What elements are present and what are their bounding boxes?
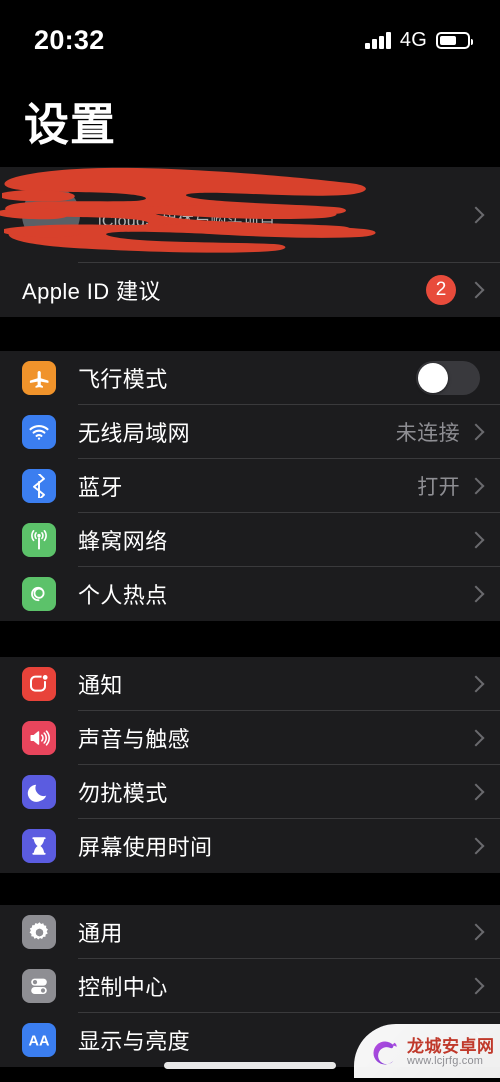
watermark-text: 龙城安卓网 www.lcjrfg.com bbox=[407, 1038, 495, 1067]
settings-row-general[interactable]: 通用 bbox=[0, 905, 500, 959]
notifications-icon bbox=[22, 667, 56, 701]
settings-row-sounds-haptics[interactable]: 声音与触感 bbox=[0, 711, 500, 765]
chevron-right-icon bbox=[467, 675, 485, 693]
display-brightness-icon: AA bbox=[22, 1023, 56, 1057]
sounds-icon bbox=[22, 721, 56, 755]
settings-row-label: 勿扰模式 bbox=[78, 781, 168, 806]
chevron-right-icon bbox=[467, 923, 485, 941]
settings-row-personal-hotspot[interactable]: 个人热点 bbox=[0, 567, 500, 621]
watermark-site-name: 龙城安卓网 bbox=[407, 1037, 495, 1057]
connectivity-group: 飞行模式 无线局域网 未连接 蓝牙 打开 蜂窝网络 个人热点 bbox=[0, 351, 500, 621]
status-bar: 20:32 4G bbox=[0, 0, 500, 62]
site-watermark: 龙城安卓网 www.lcjrfg.com bbox=[354, 1024, 500, 1082]
settings-row-label: 声音与触感 bbox=[78, 727, 191, 752]
chevron-right-icon bbox=[467, 531, 485, 549]
cellular-icon bbox=[22, 523, 56, 557]
settings-row-value: 打开 bbox=[417, 476, 460, 499]
page-title-text: 设置 bbox=[24, 99, 117, 150]
settings-row-screen-time[interactable]: 屏幕使用时间 bbox=[0, 819, 500, 873]
airplane-mode-toggle[interactable] bbox=[416, 361, 480, 395]
settings-row-label: 通用 bbox=[78, 921, 123, 946]
apple-id-row[interactable]: iCloud、媒体与购买项目 bbox=[0, 167, 500, 263]
apple-id-suggestion-row[interactable]: Apple ID 建议 2 bbox=[0, 263, 500, 317]
network-type-label: 4G bbox=[399, 28, 427, 51]
bluetooth-icon bbox=[22, 469, 56, 503]
chevron-right-icon bbox=[467, 281, 485, 299]
chevron-right-icon bbox=[467, 783, 485, 801]
settings-row-label: 控制中心 bbox=[78, 975, 168, 1000]
settings-row-wifi[interactable]: 无线局域网 未连接 bbox=[0, 405, 500, 459]
status-bar-indicators: 4G bbox=[365, 28, 473, 52]
hotspot-icon bbox=[22, 577, 56, 611]
airplane-icon bbox=[22, 361, 56, 395]
group-separator bbox=[0, 873, 500, 905]
settings-row-label: 个人热点 bbox=[78, 583, 168, 608]
svg-text:AA: AA bbox=[29, 1034, 50, 1050]
cellular-signal-icon bbox=[365, 31, 391, 49]
settings-row-label: 蜂窝网络 bbox=[78, 529, 168, 554]
chevron-right-icon bbox=[467, 206, 485, 224]
alerts-group: 通知 声音与触感 勿扰模式 屏幕使用时间 bbox=[0, 657, 500, 873]
group-separator bbox=[0, 317, 500, 351]
settings-row-label: 屏幕使用时间 bbox=[78, 835, 213, 860]
apple-id-suggestion-label: Apple ID 建议 bbox=[22, 279, 161, 304]
watermark-url: www.lcjrfg.com bbox=[407, 1055, 484, 1068]
settings-row-bluetooth[interactable]: 蓝牙 打开 bbox=[0, 459, 500, 513]
group-separator bbox=[0, 621, 500, 657]
status-bar-time: 20:32 bbox=[34, 24, 105, 55]
chevron-right-icon bbox=[467, 423, 485, 441]
battery-icon bbox=[436, 31, 473, 49]
chevron-right-icon bbox=[467, 977, 485, 995]
apple-id-text: iCloud、媒体与购买项目 bbox=[98, 200, 470, 231]
settings-row-label: 通知 bbox=[78, 673, 123, 698]
settings-row-control-center[interactable]: 控制中心 bbox=[0, 959, 500, 1013]
chevron-right-icon bbox=[467, 837, 485, 855]
settings-row-label: 蓝牙 bbox=[78, 475, 123, 500]
settings-row-cellular[interactable]: 蜂窝网络 bbox=[0, 513, 500, 567]
moon-icon bbox=[22, 775, 56, 809]
avatar bbox=[22, 186, 80, 244]
settings-screen: 20:32 4G 设置 iCloud、媒体与购买项目 Apple ID 建议 2… bbox=[0, 0, 500, 1082]
apple-id-group: iCloud、媒体与购买项目 Apple ID 建议 2 bbox=[0, 167, 500, 317]
chevron-right-icon bbox=[467, 729, 485, 747]
settings-row-label: 飞行模式 bbox=[78, 367, 168, 392]
watermark-logo-icon bbox=[373, 1041, 397, 1065]
status-badge: 2 bbox=[426, 275, 456, 305]
settings-row-airplane-mode[interactable]: 飞行模式 bbox=[0, 351, 500, 405]
settings-row-do-not-disturb[interactable]: 勿扰模式 bbox=[0, 765, 500, 819]
control-center-icon bbox=[22, 969, 56, 1003]
settings-row-label: 无线局域网 bbox=[78, 421, 191, 446]
bottom-edge bbox=[0, 1078, 500, 1082]
settings-row-notifications[interactable]: 通知 bbox=[0, 657, 500, 711]
chevron-right-icon bbox=[467, 585, 485, 603]
home-indicator[interactable] bbox=[164, 1062, 336, 1069]
chevron-right-icon bbox=[467, 477, 485, 495]
apple-id-subtitle: iCloud、媒体与购买项目 bbox=[98, 212, 276, 230]
settings-row-value: 未连接 bbox=[395, 422, 460, 445]
wifi-icon bbox=[22, 415, 56, 449]
hourglass-icon bbox=[22, 829, 56, 863]
gear-icon bbox=[22, 915, 56, 949]
page-title: 设置 bbox=[0, 62, 500, 167]
